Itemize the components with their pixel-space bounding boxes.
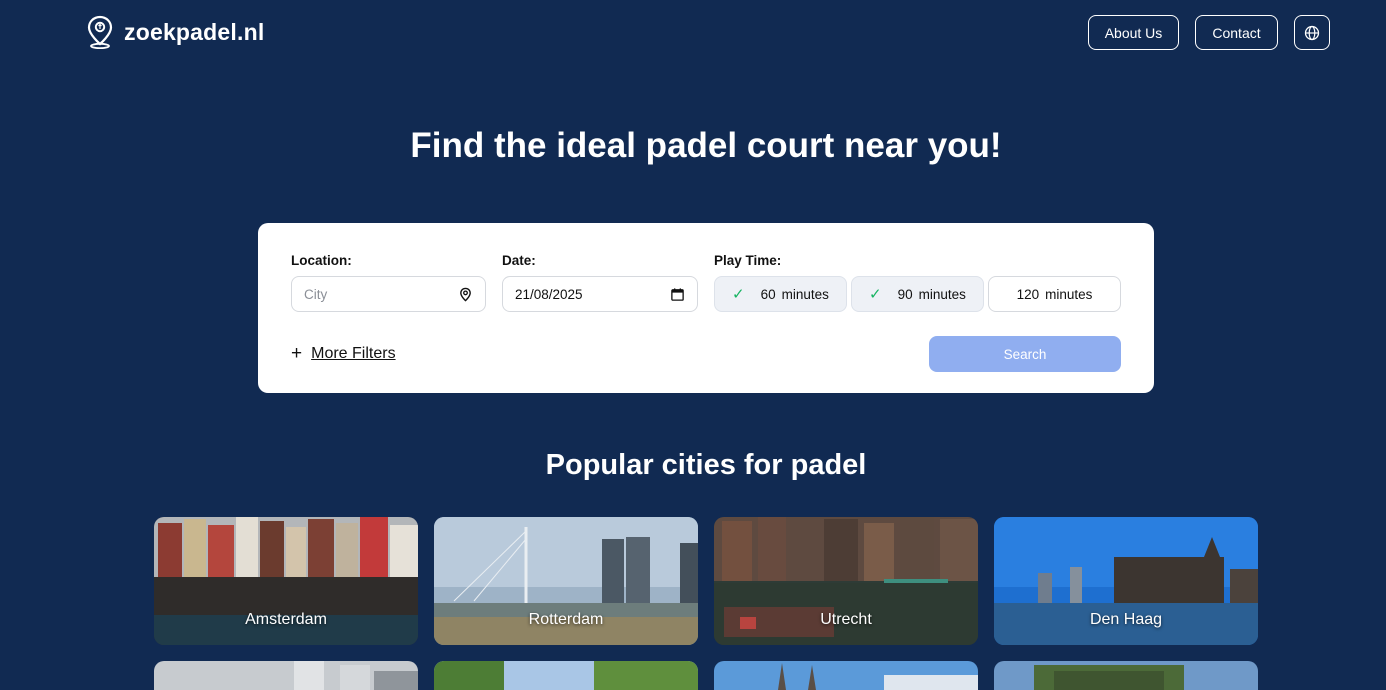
location-input[interactable]: City xyxy=(291,276,486,312)
more-filters-label: More Filters xyxy=(311,344,396,362)
popular-cities-title: Popular cities for padel xyxy=(545,449,867,481)
date-value: 21/08/2025 xyxy=(515,286,583,302)
play-time-value: 90 xyxy=(897,286,913,302)
location-pin-icon xyxy=(460,287,471,302)
play-time-unit: minutes xyxy=(918,286,966,302)
play-time-value: 60 xyxy=(760,286,776,302)
city-name: Rotterdam xyxy=(528,611,604,628)
city-card-utrecht[interactable]: Utrecht xyxy=(714,517,978,645)
city-card[interactable] xyxy=(994,661,1258,690)
city-card[interactable] xyxy=(154,661,418,690)
play-time-unit: minutes xyxy=(1045,286,1093,302)
location-label: Location: xyxy=(291,253,352,268)
city-photo xyxy=(714,661,978,690)
check-icon: ✓ xyxy=(869,286,882,303)
brand-logo[interactable]: zoekpadel.nl xyxy=(86,15,264,49)
city-name: Den Haag xyxy=(1089,611,1163,628)
language-button[interactable] xyxy=(1294,15,1330,50)
about-us-button[interactable]: About Us xyxy=(1088,15,1179,50)
city-card[interactable] xyxy=(434,661,698,690)
hero-title: Find the ideal padel court near you! xyxy=(410,126,1002,165)
more-filters-link[interactable]: + More Filters xyxy=(291,344,396,363)
date-input[interactable]: 21/08/2025 xyxy=(502,276,698,312)
play-time-90-toggle[interactable]: ✓ 90 minutes xyxy=(851,276,984,312)
check-icon: ✓ xyxy=(732,286,745,303)
globe-icon xyxy=(1304,25,1320,40)
city-photo xyxy=(434,661,698,690)
contact-button[interactable]: Contact xyxy=(1195,15,1278,50)
city-photo xyxy=(994,661,1258,690)
play-time-unit: minutes xyxy=(781,286,829,302)
calendar-icon[interactable] xyxy=(670,287,685,302)
city-card-amsterdam[interactable]: Amsterdam xyxy=(154,517,418,645)
city-photo xyxy=(154,661,418,690)
location-placeholder: City xyxy=(304,286,328,302)
search-button[interactable]: Search xyxy=(929,336,1121,372)
city-name: Utrecht xyxy=(820,611,872,628)
play-time-60-toggle[interactable]: ✓ 60 minutes xyxy=(714,276,847,312)
city-card[interactable] xyxy=(714,661,978,690)
city-name: Amsterdam xyxy=(245,611,327,628)
city-card-den-haag[interactable]: Den Haag xyxy=(994,517,1258,645)
plus-icon: + xyxy=(291,343,303,364)
search-panel: Location: City Date: 21/08/2025 Play Tim… xyxy=(258,223,1154,393)
play-time-label: Play Time: xyxy=(714,253,782,268)
site-header: zoekpadel.nl About Us Contact xyxy=(0,0,1386,66)
map-pin-icon xyxy=(87,15,113,49)
brand-name: zoekpadel.nl xyxy=(124,18,265,45)
play-time-120-toggle[interactable]: 120 minutes xyxy=(988,276,1121,312)
date-label: Date: xyxy=(502,253,536,268)
city-card-rotterdam[interactable]: Rotterdam xyxy=(434,517,698,645)
play-time-value: 120 xyxy=(1016,286,1040,302)
